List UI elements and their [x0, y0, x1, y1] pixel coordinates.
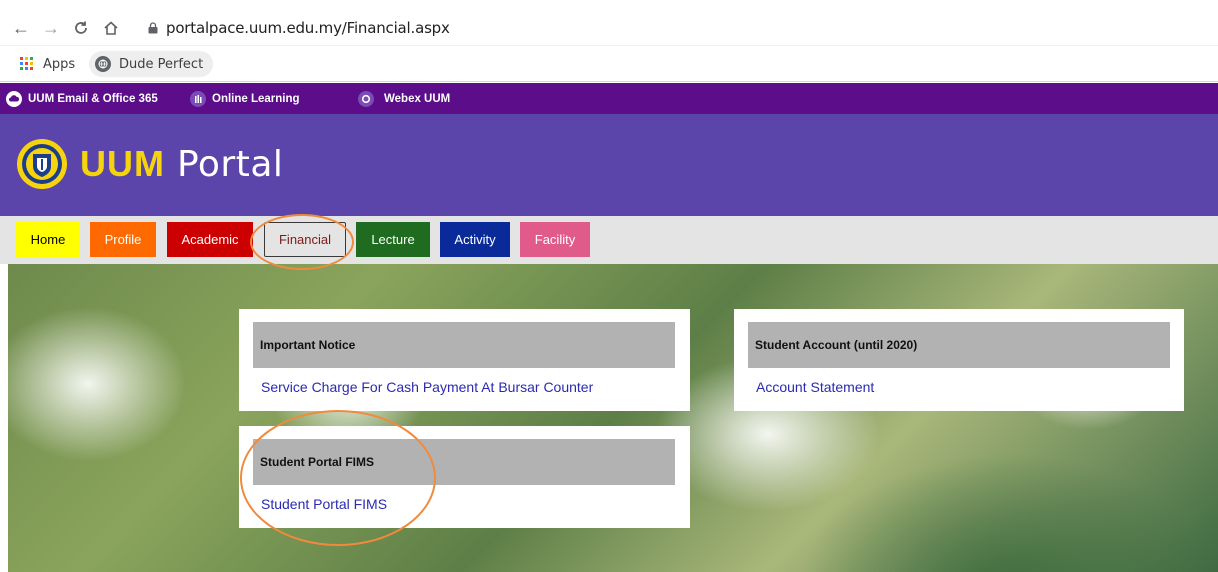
menu-activity[interactable]: Activity [440, 222, 510, 257]
menu-facility[interactable]: Facility [520, 222, 590, 257]
menu-financial[interactable]: Financial [264, 222, 346, 257]
browser-address-bar: ← → portalpace.uum.edu.my/Financial.aspx [0, 10, 1218, 46]
service-charge-link[interactable]: Service Charge For Cash Payment At Bursa… [261, 379, 593, 395]
portal-brand: UUM [80, 143, 165, 184]
menu-academic[interactable]: Academic [167, 222, 253, 257]
student-portal-fims-card: Student Portal FIMS Student Portal FIMS [239, 426, 690, 528]
menu-home[interactable]: Home [16, 222, 80, 257]
bookmark-dude-perfect-label: Dude Perfect [119, 56, 204, 72]
top-link-online-learning-label: Online Learning [212, 92, 300, 105]
cloud-icon [6, 90, 22, 107]
reload-icon[interactable] [68, 15, 94, 41]
url-field[interactable]: portalpace.uum.edu.my/Financial.aspx [166, 19, 450, 37]
student-portal-fims-link[interactable]: Student Portal FIMS [261, 496, 387, 512]
portal-title-text: Portal [176, 143, 284, 185]
globe-icon [95, 56, 111, 72]
learning-icon [190, 90, 206, 107]
important-notice-card: Important Notice Service Charge For Cash… [239, 309, 690, 411]
bookmark-apps-label: Apps [43, 56, 76, 72]
top-link-online-learning[interactable]: Online Learning [190, 83, 300, 114]
top-link-webex[interactable]: Webex UUM [358, 83, 450, 114]
menu-lecture[interactable]: Lecture [356, 222, 430, 257]
top-link-uum-email-label: UUM Email & Office 365 [28, 92, 158, 105]
menu-profile[interactable]: Profile [90, 222, 156, 257]
apps-grid-icon [20, 56, 35, 72]
home-icon[interactable] [98, 15, 124, 41]
top-links-bar: UUM Email & Office 365 Online Learning W… [0, 83, 1218, 114]
account-statement-link[interactable]: Account Statement [756, 379, 874, 395]
lock-icon [148, 22, 158, 34]
top-link-uum-email[interactable]: UUM Email & Office 365 [6, 83, 158, 114]
back-arrow-icon[interactable]: ← [8, 15, 34, 41]
forward-arrow-icon[interactable]: → [38, 15, 64, 41]
webex-icon [358, 90, 374, 107]
uum-crest-icon[interactable] [16, 138, 68, 190]
student-account-card: Student Account (until 2020) Account Sta… [734, 309, 1184, 411]
important-notice-heading: Important Notice [253, 322, 675, 368]
bookmarks-bar: Apps Dude Perfect [0, 46, 1218, 82]
bookmark-dude-perfect[interactable]: Dude Perfect [89, 51, 214, 77]
student-account-heading: Student Account (until 2020) [748, 322, 1170, 368]
top-link-webex-label: Webex UUM [384, 92, 451, 105]
bookmark-apps[interactable]: Apps [20, 54, 75, 74]
student-portal-fims-heading: Student Portal FIMS [253, 439, 675, 485]
portal-title: UUM Portal [80, 142, 283, 186]
